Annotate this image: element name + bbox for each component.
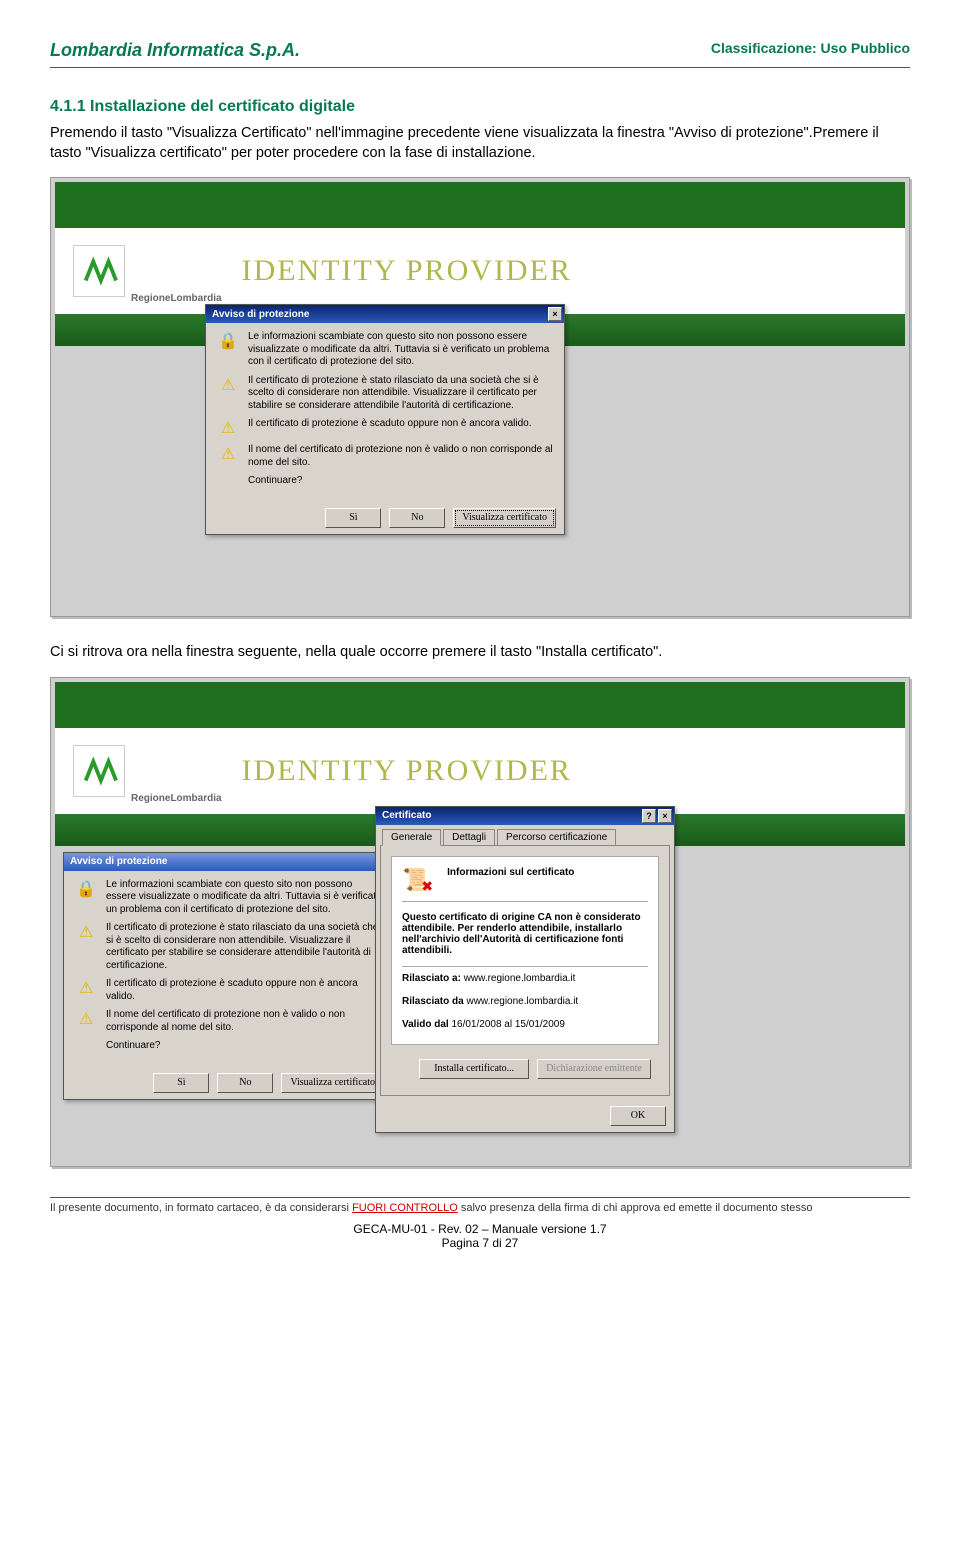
certificate-tabs: Generale Dettagli Percorso certificazion… <box>376 825 674 845</box>
company-name: Lombardia Informatica S.p.A. <box>50 40 300 61</box>
alert-bullet-1: Il certificato di protezione è stato ril… <box>248 375 554 413</box>
classification: Classificazione: Uso Pubblico <box>711 40 910 61</box>
footer-red: FUORI CONTROLLO <box>352 1202 458 1214</box>
help-icon[interactable]: ? <box>642 809 656 823</box>
alert-intro: Le informazioni scambiate con questo sit… <box>248 331 554 369</box>
region-logo <box>73 745 125 797</box>
dialog-title: Avviso di protezione <box>70 856 167 867</box>
tab-general[interactable]: Generale <box>382 829 441 846</box>
security-alert-dialog: Avviso di protezione × 🔒 Le informazioni… <box>205 304 565 535</box>
issued-to-value: www.regione.lombardia.it <box>464 973 576 984</box>
paragraph-1: Premendo il tasto "Visualizza Certificat… <box>50 124 910 163</box>
identity-provider-title: IDENTITY PROVIDER <box>242 754 572 788</box>
certificate-dialog-title: Certificato <box>382 810 431 821</box>
valid-label: Valido dal <box>402 1019 449 1030</box>
no-button[interactable]: No <box>389 508 445 528</box>
tab-details[interactable]: Dettagli <box>443 829 495 845</box>
cert-info-title: Informazioni sul certificato <box>447 867 574 878</box>
security-alert-dialog-bg: Avviso di protezione 🔒 Le informazioni s… <box>63 852 393 1100</box>
warning-icon: ⚠ <box>216 444 240 469</box>
valid-value: 16/01/2008 al 15/01/2009 <box>451 1019 564 1030</box>
lock-icon: 🔒 <box>74 879 98 917</box>
alert-bullet-3: Il nome del certificato di protezione no… <box>106 1009 382 1034</box>
certificate-dialog: Certificato ? × Generale Dettagli Percor… <box>375 806 675 1133</box>
screenshot-2: RegioneLombardia IDENTITY PROVIDER Avvis… <box>50 677 910 1167</box>
dialog-title: Avviso di protezione <box>212 309 309 320</box>
lock-icon: 🔒 <box>216 331 240 369</box>
tab-path[interactable]: Percorso certificazione <box>497 829 616 845</box>
page-header: Lombardia Informatica S.p.A. Classificaz… <box>50 40 910 68</box>
dialog-titlebar: Certificato ? × <box>376 807 674 825</box>
paragraph-2: Ci si ritrova ora nella finestra seguent… <box>50 643 910 663</box>
warning-icon: ⚠ <box>216 418 240 438</box>
alert-bullet-3: Il nome del certificato di protezione no… <box>248 444 554 469</box>
view-certificate-button[interactable]: Visualizza certificato <box>281 1073 384 1093</box>
section-title-text: Installazione del certificato digitale <box>90 98 355 115</box>
identity-provider-title: IDENTITY PROVIDER <box>242 254 572 288</box>
site-header: RegioneLombardia IDENTITY PROVIDER <box>55 228 905 314</box>
classification-label: Classificazione: <box>711 40 817 56</box>
no-button[interactable]: No <box>217 1073 273 1093</box>
section-number: 4.1.1 <box>50 98 86 115</box>
yes-button[interactable]: Sì <box>153 1073 209 1093</box>
footer-post: salvo presenza della firma di chi approv… <box>461 1202 813 1214</box>
browser-top-bar <box>55 682 905 728</box>
browser-top-bar <box>55 182 905 228</box>
region-label: RegioneLombardia <box>131 793 222 804</box>
region-label: RegioneLombardia <box>131 293 222 304</box>
footer-note: Il presente documento, in formato cartac… <box>50 1197 910 1214</box>
footer-pre: Il presente documento, in formato cartac… <box>50 1202 352 1214</box>
site-header: RegioneLombardia IDENTITY PROVIDER <box>55 728 905 814</box>
alert-intro: Le informazioni scambiate con questo sit… <box>106 879 382 917</box>
alert-bullet-2: Il certificato di protezione è scaduto o… <box>248 418 532 438</box>
screenshot-1: RegioneLombardia IDENTITY PROVIDER Avvis… <box>50 177 910 617</box>
issued-by-value: www.regione.lombardia.it <box>466 996 578 1007</box>
warning-icon: ⚠ <box>216 375 240 413</box>
continue-question: Continuare? <box>106 1040 160 1053</box>
yes-button[interactable]: Sì <box>325 508 381 528</box>
warning-icon: ⚠ <box>74 978 98 1003</box>
close-icon[interactable]: × <box>548 307 562 321</box>
warning-icon: ⚠ <box>74 922 98 972</box>
cert-info-body: Questo certificato di origine CA non è c… <box>402 912 648 956</box>
certificate-error-icon: 📜✖ <box>402 867 441 893</box>
continue-question: Continuare? <box>248 475 302 488</box>
alert-bullet-1: Il certificato di protezione è stato ril… <box>106 922 382 972</box>
issued-by-label: Rilasciato da <box>402 996 464 1007</box>
footer-doc-id: GECA-MU-01 - Rev. 02 – Manuale versione … <box>50 1222 910 1236</box>
close-icon[interactable]: × <box>658 809 672 823</box>
classification-value: Uso Pubblico <box>821 40 910 56</box>
section-heading: 4.1.1 Installazione del certificato digi… <box>50 98 910 116</box>
dialog-titlebar: Avviso di protezione × <box>206 305 564 323</box>
footer-page: Pagina 7 di 27 <box>50 1236 910 1250</box>
region-logo <box>73 245 125 297</box>
view-certificate-button[interactable]: Visualizza certificato <box>453 508 556 528</box>
install-certificate-button[interactable]: Installa certificato... <box>419 1059 529 1079</box>
ok-button[interactable]: OK <box>610 1106 666 1126</box>
alert-bullet-2: Il certificato di protezione è scaduto o… <box>106 978 382 1003</box>
dialog-titlebar: Avviso di protezione <box>64 853 392 871</box>
footer-doc-info: GECA-MU-01 - Rev. 02 – Manuale versione … <box>50 1222 910 1250</box>
issued-to-label: Rilasciato a: <box>402 973 461 984</box>
issuer-statement-button: Dichiarazione emittente <box>537 1059 651 1079</box>
warning-icon: ⚠ <box>74 1009 98 1034</box>
